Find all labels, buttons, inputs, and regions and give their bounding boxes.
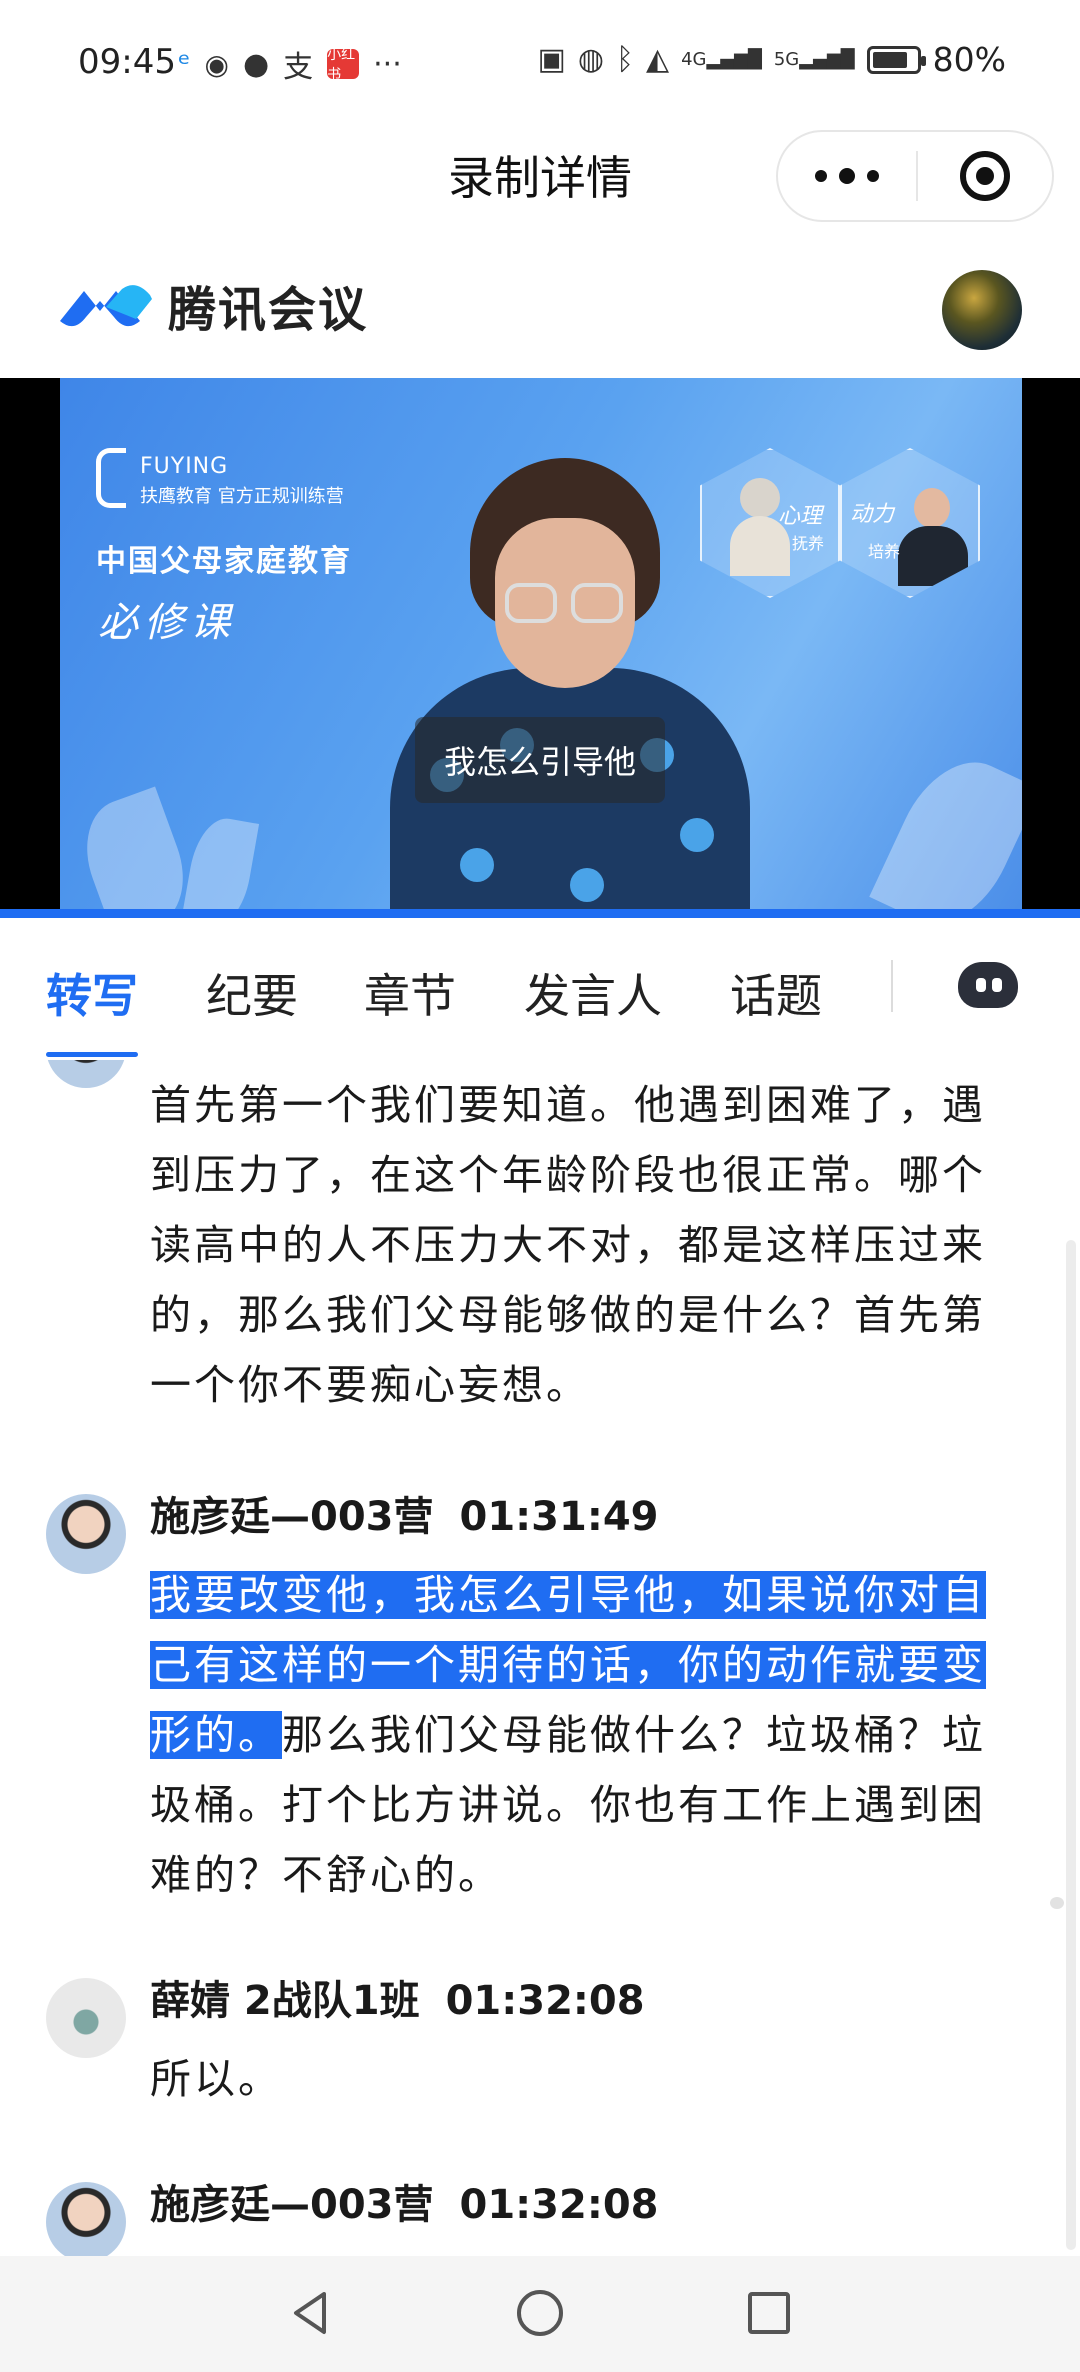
- tab-summary[interactable]: 纪要: [206, 960, 298, 1026]
- transcript-text: 所以。: [150, 2055, 282, 2103]
- decor-leaf: [180, 813, 260, 918]
- scroll-indicator: [1050, 1897, 1064, 1909]
- avatar: [46, 1494, 126, 1574]
- hex-label-1: 心理: [778, 504, 823, 529]
- brand-header: 腾讯会议: [56, 270, 368, 340]
- video-player[interactable]: FUYING 扶鹰教育 官方正规训练营 中国父母家庭教育 必修课 心理 抚养 动…: [0, 378, 1080, 918]
- transcript-list[interactable]: 首先第一个我们要知道。他遇到困难了，遇到压力了，在这个年龄阶段也很正常。哪个读高…: [0, 1060, 1080, 2256]
- back-nav-icon[interactable]: [290, 2290, 330, 2336]
- speaker-name-row: 施彦廷—003营 01:31:49: [150, 1484, 658, 1542]
- video-calligraphy: 必修课: [98, 600, 236, 646]
- tab-chapters[interactable]: 章节: [364, 960, 456, 1026]
- status-time: 09:45: [78, 42, 176, 82]
- speaker-name: 薛婧 2战队1班: [150, 1978, 420, 2024]
- avatar: [46, 1978, 126, 2058]
- hex-label-2b: 培养: [868, 542, 901, 561]
- speaker-name: 施彦廷—003营: [150, 1494, 434, 1540]
- more-button[interactable]: [778, 168, 916, 184]
- transcript-text: 我要改变他，我怎么引导他，如果说你对自己有这样的一个期待的话，你的动作就要变形的…: [150, 1560, 1004, 1910]
- signal-4g-icon: 4G▂▄▆█: [681, 49, 762, 70]
- video-logo-subtitle: 扶鹰教育 官方正规训练营: [140, 486, 344, 507]
- battery-percent: 80%: [932, 40, 1006, 79]
- scrollbar[interactable]: [1066, 1240, 1076, 2250]
- more-dots-icon: ···: [373, 46, 402, 82]
- home-nav-icon[interactable]: [517, 2290, 563, 2336]
- playback-progress-bar[interactable]: [0, 909, 1080, 918]
- timestamp[interactable]: 01:32:08: [446, 1978, 645, 2024]
- avatar: [46, 2182, 126, 2256]
- video-headline: 中国父母家庭教育: [96, 544, 352, 579]
- battery-icon: [866, 45, 926, 74]
- nfc-icon: ▣: [537, 42, 566, 77]
- brand-name: 腾讯会议: [168, 282, 369, 338]
- avatar: [46, 1060, 126, 1088]
- status-bar: 09:45 ᵉ ◉ ● 支 小红书 ··· ▣ ◍ ᛒ ◭ 4G▂▄▆█ 5G▂…: [0, 0, 1080, 130]
- speaker-name: 施彦廷—003营: [150, 2182, 434, 2228]
- mute-icon: ◭: [646, 42, 670, 77]
- tencent-meeting-logo-icon: [60, 285, 152, 327]
- bluetooth-icon: ᛒ: [616, 42, 634, 77]
- close-mini-program-button[interactable]: [918, 151, 1052, 201]
- fuying-logo-icon: [96, 448, 126, 508]
- hex-label-1b: 抚养: [792, 534, 825, 553]
- decor-leaf: [70, 786, 200, 918]
- tab-speakers[interactable]: 发言人: [524, 960, 662, 1026]
- ai-assistant-icon[interactable]: [958, 958, 1018, 1010]
- mini-app-icon: 小红书: [327, 47, 360, 83]
- video-frame: FUYING 扶鹰教育 官方正规训练营 中国父母家庭教育 必修课 心理 抚养 动…: [60, 378, 1022, 918]
- alarm-icon: ◍: [577, 42, 604, 77]
- speaker-video: [390, 458, 750, 918]
- notification-icons: ᵉ ◉ ● 支 小红书 ···: [178, 42, 402, 86]
- system-icons: ▣ ◍ ᛒ ◭ 4G▂▄▆█ 5G▂▄▆█ 80%: [537, 40, 1006, 79]
- timestamp[interactable]: 01:31:49: [460, 1494, 659, 1540]
- active-tab-indicator: [46, 1052, 138, 1057]
- hex-label-2: 动力: [850, 502, 895, 527]
- target-icon: [960, 151, 1010, 201]
- timestamp[interactable]: 01:32:08: [460, 2182, 659, 2228]
- wechat-icon: ◉: [204, 47, 229, 81]
- carrier-icon: ᵉ: [178, 46, 191, 82]
- alipay-icon: 支: [283, 50, 314, 85]
- tab-topics[interactable]: 话题: [730, 960, 822, 1026]
- message-icon: ●: [242, 46, 270, 82]
- recents-nav-icon[interactable]: [748, 2292, 790, 2334]
- transcript-text: 首先第一个我们要知道。他遇到困难了，遇到压力了，在这个年龄阶段也很正常。哪个读高…: [150, 1081, 986, 1409]
- video-caption: 我怎么引导他: [415, 717, 665, 803]
- speaker-name-row: 薛婧 2战队1班 01:32:08: [150, 1968, 645, 2026]
- signal-5g-icon: 5G▂▄▆█: [773, 49, 855, 70]
- video-logo-text: FUYING: [140, 454, 229, 479]
- decor-leaf: [869, 742, 1022, 918]
- user-avatar[interactable]: [942, 270, 1022, 350]
- tab-transcript[interactable]: 转写: [46, 960, 138, 1026]
- mini-program-capsule: [776, 130, 1054, 222]
- speaker-name-row: 施彦廷—003营 01:32:08: [150, 2172, 658, 2230]
- tab-divider: [891, 960, 893, 1012]
- speaker-glasses: [505, 583, 625, 623]
